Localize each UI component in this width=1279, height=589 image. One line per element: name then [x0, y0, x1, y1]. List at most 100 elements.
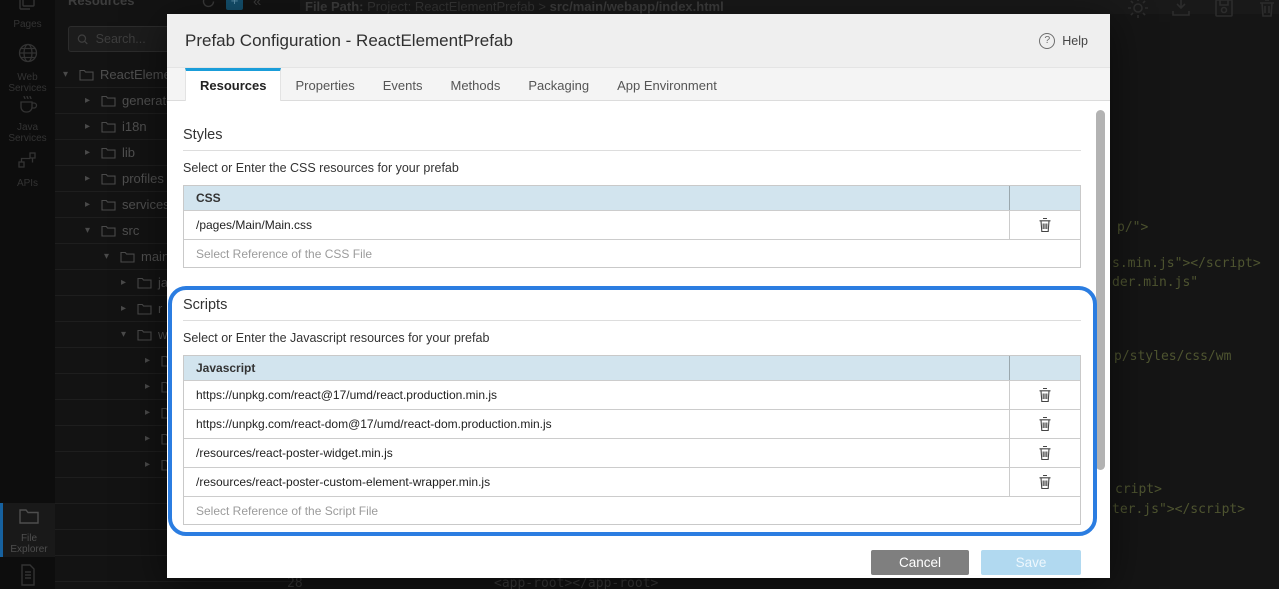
- save-button[interactable]: Save: [981, 550, 1081, 575]
- trash-icon: [1038, 217, 1052, 233]
- tab-resources[interactable]: Resources: [185, 68, 281, 101]
- left-icon-rail: Pages Web Services Java Services APIs Fi…: [0, 0, 55, 589]
- tree-item-label: profiles: [122, 171, 164, 186]
- search-icon: [77, 33, 89, 46]
- code-fragment: s.min.js"></script>: [1112, 256, 1261, 271]
- script-resource-value[interactable]: /resources/react-poster-widget.min.js: [184, 446, 1009, 460]
- script-resource-value[interactable]: /resources/react-poster-custom-element-w…: [184, 475, 1009, 489]
- scripts-section: Scripts Select or Enter the Javascript r…: [183, 297, 1081, 525]
- folder-icon: [101, 225, 116, 237]
- delete-row-button[interactable]: [1009, 410, 1080, 438]
- explorer-title: Resources: [68, 0, 134, 8]
- actions-column-header: [1009, 356, 1080, 380]
- chevron-right-icon: ▸: [145, 433, 155, 444]
- sidebar-item-file-explorer[interactable]: File Explorer: [0, 503, 55, 557]
- trash-icon: [1038, 445, 1052, 461]
- chevron-right-icon: ▸: [85, 121, 95, 132]
- tab-properties[interactable]: Properties: [281, 68, 368, 100]
- folder-icon: [101, 173, 116, 185]
- tree-item-label: w: [158, 327, 167, 342]
- chevron-down-icon: ▾: [121, 329, 131, 340]
- chevron-right-icon: ▸: [85, 199, 95, 210]
- chevron-right-icon: ▸: [121, 277, 131, 288]
- cancel-button[interactable]: Cancel: [871, 550, 969, 575]
- tab-events[interactable]: Events: [369, 68, 437, 100]
- tab-packaging[interactable]: Packaging: [514, 68, 603, 100]
- delete-row-button[interactable]: [1009, 468, 1080, 496]
- tree-item-label: r: [158, 301, 162, 316]
- actions-column-header: [1009, 186, 1080, 210]
- file-path-project: Project: ReactElementPrefab >: [367, 0, 546, 14]
- delete-row-button[interactable]: [1009, 381, 1080, 409]
- help-button[interactable]: ? Help: [1039, 33, 1088, 49]
- tab-app-environment[interactable]: App Environment: [603, 68, 731, 100]
- tree-item-label: main: [141, 249, 169, 264]
- dialog-title: Prefab Configuration - ReactElementPrefa…: [185, 31, 513, 51]
- folder-icon: [137, 329, 152, 341]
- save-icon[interactable]: [1212, 0, 1236, 20]
- tab-methods[interactable]: Methods: [436, 68, 514, 100]
- folder-icon: [79, 69, 94, 81]
- tree-item-label: i18n: [122, 119, 147, 134]
- chevron-right-icon: ▸: [145, 355, 155, 366]
- css-column-header: CSS: [184, 191, 1009, 205]
- explorer-header: Resources + «: [55, 0, 300, 15]
- app-window: File Path: Project: ReactElementPrefab >…: [0, 0, 1279, 589]
- chevron-down-icon: ▾: [104, 251, 114, 262]
- styles-heading: Styles: [183, 127, 1081, 151]
- sidebar-item-java-services[interactable]: Java Services: [0, 94, 55, 144]
- code-fragment: ter.js"></script>: [1112, 502, 1245, 517]
- scripts-description: Select or Enter the Javascript resources…: [183, 331, 1081, 345]
- chevron-right-icon: ▸: [145, 381, 155, 392]
- folder-icon: [120, 251, 135, 263]
- sidebar-item-document[interactable]: [0, 563, 55, 589]
- script-reference-input[interactable]: [184, 504, 1080, 518]
- css-table: CSS /pages/Main/Main.css: [183, 185, 1081, 268]
- refresh-icon[interactable]: [201, 0, 216, 9]
- trash-icon[interactable]: [1255, 0, 1279, 20]
- help-icon: ?: [1039, 33, 1055, 49]
- javascript-table: Javascript https://unpkg.com/react@17/um…: [183, 355, 1081, 525]
- chevron-right-icon: ▸: [85, 173, 95, 184]
- code-fragment: der.min.js": [1112, 275, 1198, 290]
- code-fragment: p/styles/css/wm: [1114, 349, 1231, 364]
- table-row: /resources/react-poster-custom-element-w…: [184, 467, 1080, 496]
- dialog-tabs: Resources Properties Events Methods Pack…: [167, 68, 1110, 101]
- sidebar-item-apis[interactable]: APIs: [0, 150, 55, 189]
- apis-icon: [17, 150, 39, 170]
- css-resource-value[interactable]: /pages/Main/Main.css: [184, 218, 1009, 232]
- script-resource-value[interactable]: https://unpkg.com/react@17/umd/react.pro…: [184, 388, 1009, 402]
- folder-icon: [101, 147, 116, 159]
- table-row: /pages/Main/Main.css: [184, 210, 1080, 239]
- gear-icon[interactable]: [1126, 0, 1150, 20]
- tree-item-label: services: [122, 197, 170, 212]
- folder-icon: [101, 199, 116, 211]
- editor-toolbar: [1126, 0, 1279, 20]
- script-resource-value[interactable]: https://unpkg.com/react-dom@17/umd/react…: [184, 417, 1009, 431]
- css-reference-input[interactable]: [184, 247, 1080, 261]
- delete-row-button[interactable]: [1009, 211, 1080, 239]
- sidebar-item-web-services[interactable]: Web Services: [0, 42, 55, 94]
- javascript-column-header: Javascript: [184, 361, 1009, 375]
- folder-icon: [137, 277, 152, 289]
- folder-icon: [101, 121, 116, 133]
- table-row: https://unpkg.com/react@17/umd/react.pro…: [184, 380, 1080, 409]
- chevron-right-icon: ▸: [85, 147, 95, 158]
- code-fragment: p/">: [1117, 220, 1148, 235]
- sidebar-item-label: Java Services: [0, 122, 55, 144]
- sidebar-item-label: Pages: [0, 19, 55, 30]
- chevron-down-icon: ▾: [63, 69, 73, 80]
- chevron-right-icon: ▸: [145, 407, 155, 418]
- download-icon[interactable]: [1169, 0, 1193, 20]
- delete-row-button[interactable]: [1009, 439, 1080, 467]
- sidebar-item-label: Web Services: [0, 72, 55, 94]
- chevron-right-icon: ▸: [85, 95, 95, 106]
- script-reference-input-row: [184, 496, 1080, 524]
- table-row: /resources/react-poster-widget.min.js: [184, 438, 1080, 467]
- dialog-scrollbar[interactable]: [1096, 110, 1105, 470]
- folder-icon: [101, 95, 116, 107]
- collapse-panel-icon[interactable]: «: [253, 0, 261, 9]
- add-button[interactable]: +: [226, 0, 243, 10]
- dialog-footer: Cancel Save: [183, 550, 1081, 575]
- sidebar-item-pages[interactable]: Pages: [0, 0, 55, 30]
